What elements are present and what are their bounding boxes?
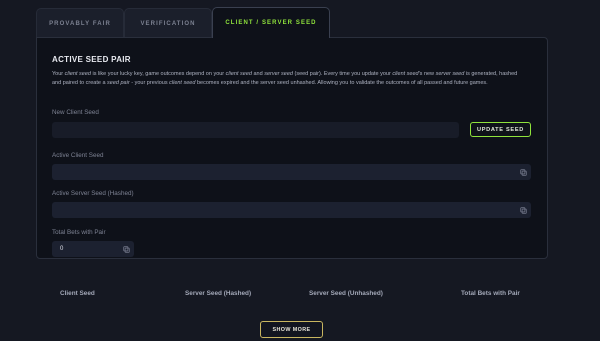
copy-icon[interactable]: [122, 245, 130, 253]
history-col-client-seed: Client Seed: [60, 290, 95, 297]
tab-client-server-seed[interactable]: CLIENT / SERVER SEED: [212, 7, 330, 38]
history-col-server-seed-hashed: Server Seed (Hashed): [185, 290, 252, 297]
total-bets-value: 0: [60, 245, 64, 252]
desc-emphasis: seed pair: [107, 80, 130, 87]
desc-text: Your: [52, 71, 65, 77]
new-client-seed-label: New Client Seed: [52, 109, 99, 116]
desc-emphasis: client seed: [225, 71, 252, 77]
copy-icon[interactable]: [519, 168, 527, 176]
copy-icon[interactable]: [519, 206, 527, 214]
active-server-seed-label: Active Server Seed (Hashed): [52, 190, 134, 197]
active-server-seed-field: [52, 202, 531, 218]
tab-provably-fair[interactable]: PROVABLY FAIR: [36, 8, 124, 38]
desc-emphasis: server seed: [435, 71, 465, 77]
desc-emphasis: server seed: [264, 71, 293, 77]
history-col-total-bets: Total Bets with Pair: [461, 290, 520, 297]
active-client-seed-label: Active Client Seed: [52, 152, 104, 159]
update-seed-button[interactable]: UPDATE SEED: [470, 122, 531, 137]
new-client-seed-input[interactable]: [52, 122, 459, 138]
active-seed-pair-panel: ACTIVE SEED PAIR Your client seed is lik…: [36, 37, 548, 259]
tab-bar: PROVABLY FAIR VERIFICATION CLIENT / SERV…: [36, 7, 330, 38]
seed-description: Your client seed is like your lucky key,…: [52, 70, 526, 89]
active-client-seed-field: [52, 164, 531, 180]
desc-text: becomes expired and the server seed unha…: [195, 80, 488, 87]
panel-title: ACTIVE SEED PAIR: [52, 55, 131, 64]
desc-emphasis: client seed: [392, 71, 419, 77]
total-bets-field: 0: [52, 241, 134, 257]
desc-text: 's new: [418, 71, 436, 77]
show-more-button[interactable]: SHOW MORE: [260, 321, 323, 338]
desc-text: (seed pair). Every time you update your: [292, 71, 393, 77]
desc-text: - your previous: [129, 80, 170, 87]
total-bets-label: Total Bets with Pair: [52, 229, 106, 236]
history-col-server-seed-unhashed: Server Seed (Unhashed): [309, 290, 383, 297]
desc-emphasis: client seed: [169, 80, 196, 87]
desc-text: and: [251, 71, 265, 77]
tab-verification[interactable]: VERIFICATION: [124, 8, 212, 38]
desc-emphasis: client seed: [64, 71, 91, 77]
desc-text: is like your lucky key, game outcomes de…: [90, 71, 226, 77]
